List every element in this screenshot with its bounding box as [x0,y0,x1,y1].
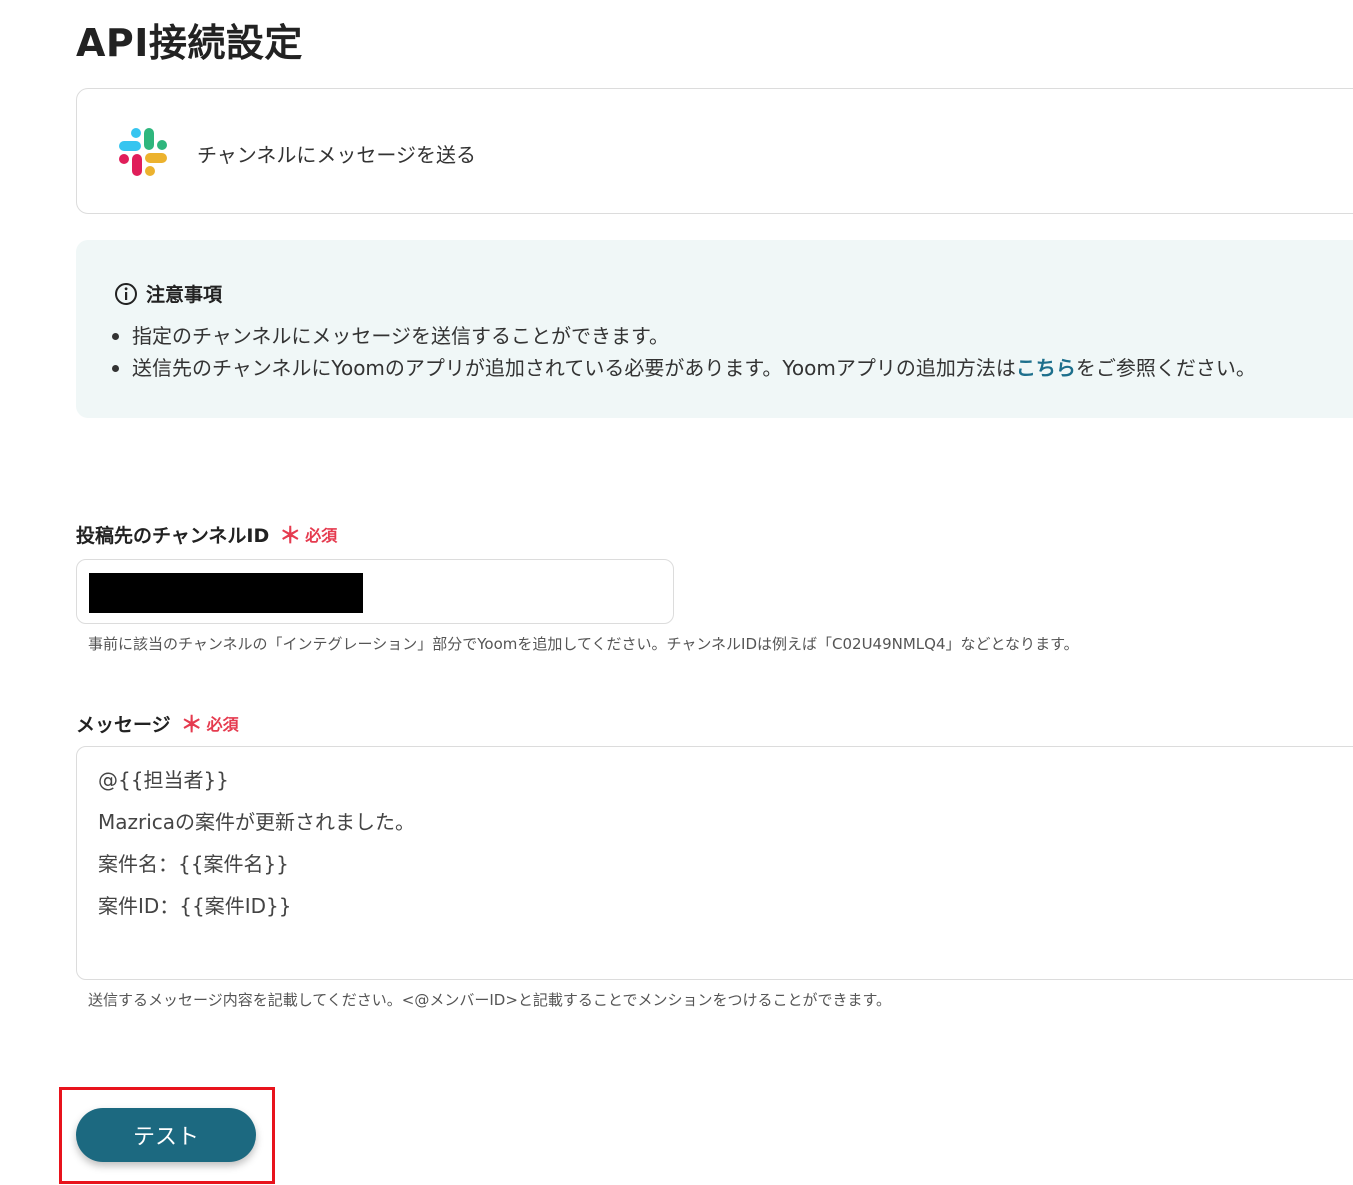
notice-item: 送信先のチャンネルにYoomのアプリが追加されている必要があります。Yoomアプ… [110,352,1256,384]
message-line: 案件ID：{{案件ID}} [98,894,292,918]
notice-header: 注意事項 [114,280,222,307]
channel-id-hint: 事前に該当のチャンネルの「インテグレーション」部分でYoomを追加してください。… [88,635,1079,653]
message-label-text: メッセージ [76,713,171,736]
page-title: API接続設定 [76,21,303,65]
api-settings-page: API接続設定 チャンネルにメッセージを送る 注意事項 指定のチャンネルにメッセ… [0,0,1353,1185]
message-content: @{{担当者}} Mazricaの案件が更新されました。 案件名：{{案件名}}… [98,767,415,935]
message-line: Mazricaの案件が更新されました。 [98,810,416,834]
required-asterisk-icon: ＊ [279,524,302,549]
slack-icon [119,128,167,176]
message-line: 案件名：{{案件名}} [98,852,289,876]
channel-id-input[interactable] [76,559,674,624]
notice-item-text: 指定のチャンネルにメッセージを送信することができます。 [132,324,669,348]
message-textarea[interactable]: @{{担当者}} Mazricaの案件が更新されました。 案件名：{{案件名}}… [76,746,1353,980]
test-button[interactable]: テスト [76,1108,256,1162]
notice-list: 指定のチャンネルにメッセージを送信することができます。 送信先のチャンネルにYo… [110,320,1256,384]
notice-item-text-after: をご参照ください。 [1075,356,1256,380]
message-label: メッセージ ＊ 必須 [76,707,239,739]
notice-item-text: 送信先のチャンネルにYoomのアプリが追加されている必要があります。Yoomアプ… [132,356,1016,380]
required-badge: 必須 [305,526,338,545]
channel-id-label-text: 投稿先のチャンネルID [76,524,270,547]
channel-id-label: 投稿先のチャンネルID ＊ 必須 [76,518,337,550]
redacted-value [89,573,363,613]
notice-title: 注意事項 [146,284,223,306]
info-icon [115,282,137,305]
message-hint: 送信するメッセージ内容を記載してください。<@メンバーID>と記載することでメン… [88,991,891,1009]
message-line: @{{担当者}} [98,768,229,792]
action-card: チャンネルにメッセージを送る [76,88,1353,214]
notice-box: 注意事項 指定のチャンネルにメッセージを送信することができます。 送信先のチャン… [76,240,1353,418]
required-badge: 必須 [206,715,239,734]
action-label: チャンネルにメッセージを送る [197,143,476,167]
help-link[interactable]: こちら [1016,356,1076,380]
required-asterisk-icon: ＊ [180,713,203,738]
notice-item: 指定のチャンネルにメッセージを送信することができます。 [110,320,1256,352]
